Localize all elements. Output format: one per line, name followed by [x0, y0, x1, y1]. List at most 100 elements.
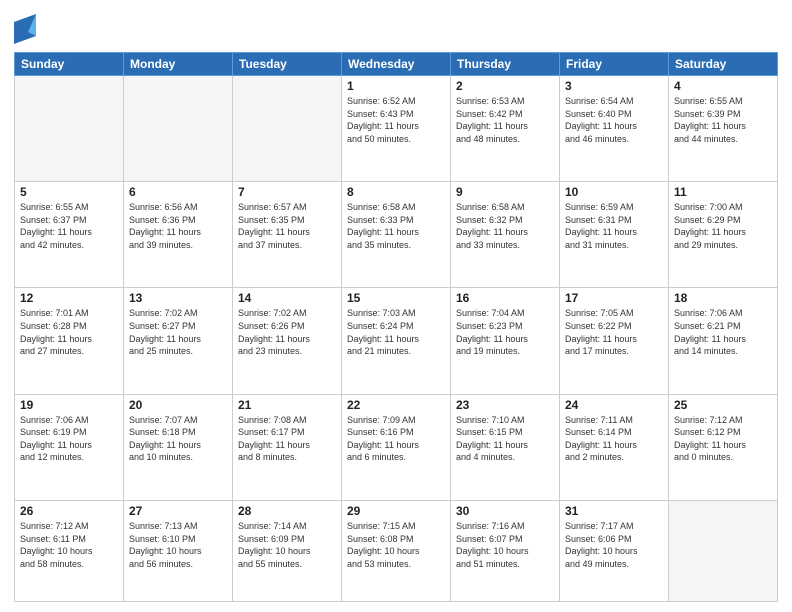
day-info: Sunrise: 7:07 AM Sunset: 6:18 PM Dayligh… [129, 414, 227, 464]
calendar-week-3: 12 Sunrise: 7:01 AM Sunset: 6:28 PM Dayli… [15, 288, 778, 394]
day-info: Sunrise: 6:58 AM Sunset: 6:32 PM Dayligh… [456, 201, 554, 251]
day-info: Sunrise: 7:12 AM Sunset: 6:12 PM Dayligh… [674, 414, 772, 464]
day-number: 13 [129, 291, 227, 305]
calendar-cell: 28Sunrise: 7:14 AM Sunset: 6:09 PM Dayli… [233, 500, 342, 601]
calendar-cell: 2 Sunrise: 6:53 AM Sunset: 6:42 PM Daylig… [451, 76, 560, 182]
day-number: 21 [238, 398, 336, 412]
page: SundayMondayTuesdayWednesdayThursdayFrid… [0, 0, 792, 612]
calendar-cell: 4 Sunrise: 6:55 AM Sunset: 6:39 PM Daylig… [669, 76, 778, 182]
day-number: 12 [20, 291, 118, 305]
day-info: Sunrise: 7:10 AM Sunset: 6:15 PM Dayligh… [456, 414, 554, 464]
day-number: 11 [674, 185, 772, 199]
calendar-cell: 18 Sunrise: 7:06 AM Sunset: 6:21 PM Dayli… [669, 288, 778, 394]
calendar-cell: 5 Sunrise: 6:55 AM Sunset: 6:37 PM Daylig… [15, 182, 124, 288]
calendar-cell: 31 Sunrise: 7:17 AM Sunset: 6:06 PM Dayli… [560, 500, 669, 601]
day-number: 28 [238, 504, 336, 518]
calendar-week-5: 26 Sunrise: 7:12 AM Sunset: 6:11 PM Dayli… [15, 500, 778, 601]
day-info: Sunrise: 6:55 AM Sunset: 6:37 PM Dayligh… [20, 201, 118, 251]
day-info: Sunrise: 7:06 AM Sunset: 6:21 PM Dayligh… [674, 307, 772, 357]
day-info: Sunrise: 7:03 AM Sunset: 6:24 PM Dayligh… [347, 307, 445, 357]
day-number: 10 [565, 185, 663, 199]
day-info: Sunrise: 6:58 AM Sunset: 6:33 PM Dayligh… [347, 201, 445, 251]
day-number: 2 [456, 79, 554, 93]
calendar-cell: 19Sunrise: 7:06 AM Sunset: 6:19 PM Dayli… [15, 394, 124, 500]
calendar-week-2: 5 Sunrise: 6:55 AM Sunset: 6:37 PM Daylig… [15, 182, 778, 288]
weekday-header-monday: Monday [124, 53, 233, 76]
day-number: 27 [129, 504, 227, 518]
day-info: Sunrise: 6:53 AM Sunset: 6:42 PM Dayligh… [456, 95, 554, 145]
weekday-header-friday: Friday [560, 53, 669, 76]
day-number: 17 [565, 291, 663, 305]
day-info: Sunrise: 7:09 AM Sunset: 6:16 PM Dayligh… [347, 414, 445, 464]
day-number: 3 [565, 79, 663, 93]
day-info: Sunrise: 7:16 AM Sunset: 6:07 PM Dayligh… [456, 520, 554, 570]
weekday-header-thursday: Thursday [451, 53, 560, 76]
day-info: Sunrise: 7:02 AM Sunset: 6:27 PM Dayligh… [129, 307, 227, 357]
calendar-cell: 26 Sunrise: 7:12 AM Sunset: 6:11 PM Dayli… [15, 500, 124, 601]
logo-icon [14, 14, 36, 44]
day-number: 23 [456, 398, 554, 412]
day-number: 4 [674, 79, 772, 93]
day-info: Sunrise: 7:01 AM Sunset: 6:28 PM Dayligh… [20, 307, 118, 357]
day-info: Sunrise: 7:00 AM Sunset: 6:29 PM Dayligh… [674, 201, 772, 251]
day-number: 1 [347, 79, 445, 93]
calendar-cell: 29 Sunrise: 7:15 AM Sunset: 6:08 PM Dayli… [342, 500, 451, 601]
calendar-week-4: 19Sunrise: 7:06 AM Sunset: 6:19 PM Dayli… [15, 394, 778, 500]
day-number: 18 [674, 291, 772, 305]
day-number: 6 [129, 185, 227, 199]
weekday-header-wednesday: Wednesday [342, 53, 451, 76]
calendar-cell: 25 Sunrise: 7:12 AM Sunset: 6:12 PM Dayli… [669, 394, 778, 500]
day-number: 24 [565, 398, 663, 412]
day-number: 5 [20, 185, 118, 199]
calendar-cell: 13 Sunrise: 7:02 AM Sunset: 6:27 PM Dayli… [124, 288, 233, 394]
weekday-header-sunday: Sunday [15, 53, 124, 76]
calendar-cell: 14 Sunrise: 7:02 AM Sunset: 6:26 PM Dayli… [233, 288, 342, 394]
calendar-cell: 8 Sunrise: 6:58 AM Sunset: 6:33 PM Daylig… [342, 182, 451, 288]
calendar-table: SundayMondayTuesdayWednesdayThursdayFrid… [14, 52, 778, 602]
calendar-week-1: 1 Sunrise: 6:52 AM Sunset: 6:43 PM Daylig… [15, 76, 778, 182]
calendar-cell: 15 Sunrise: 7:03 AM Sunset: 6:24 PM Dayli… [342, 288, 451, 394]
calendar-cell: 23 Sunrise: 7:10 AM Sunset: 6:15 PM Dayli… [451, 394, 560, 500]
day-number: 25 [674, 398, 772, 412]
day-info: Sunrise: 6:52 AM Sunset: 6:43 PM Dayligh… [347, 95, 445, 145]
calendar-cell: 27Sunrise: 7:13 AM Sunset: 6:10 PM Dayli… [124, 500, 233, 601]
day-info: Sunrise: 7:08 AM Sunset: 6:17 PM Dayligh… [238, 414, 336, 464]
calendar-cell: 30 Sunrise: 7:16 AM Sunset: 6:07 PM Dayli… [451, 500, 560, 601]
day-info: Sunrise: 6:57 AM Sunset: 6:35 PM Dayligh… [238, 201, 336, 251]
header [14, 10, 778, 44]
calendar-cell: 16 Sunrise: 7:04 AM Sunset: 6:23 PM Dayli… [451, 288, 560, 394]
day-number: 19 [20, 398, 118, 412]
day-number: 29 [347, 504, 445, 518]
day-number: 7 [238, 185, 336, 199]
day-info: Sunrise: 7:15 AM Sunset: 6:08 PM Dayligh… [347, 520, 445, 570]
calendar-cell: 3 Sunrise: 6:54 AM Sunset: 6:40 PM Daylig… [560, 76, 669, 182]
day-number: 14 [238, 291, 336, 305]
day-info: Sunrise: 7:04 AM Sunset: 6:23 PM Dayligh… [456, 307, 554, 357]
calendar-cell: 7 Sunrise: 6:57 AM Sunset: 6:35 PM Daylig… [233, 182, 342, 288]
logo [14, 14, 38, 44]
day-number: 31 [565, 504, 663, 518]
calendar-cell: 1 Sunrise: 6:52 AM Sunset: 6:43 PM Daylig… [342, 76, 451, 182]
weekday-header-saturday: Saturday [669, 53, 778, 76]
day-info: Sunrise: 7:17 AM Sunset: 6:06 PM Dayligh… [565, 520, 663, 570]
calendar-cell: 10 Sunrise: 6:59 AM Sunset: 6:31 PM Dayli… [560, 182, 669, 288]
day-number: 30 [456, 504, 554, 518]
day-number: 8 [347, 185, 445, 199]
weekday-header-tuesday: Tuesday [233, 53, 342, 76]
calendar-cell: 20Sunrise: 7:07 AM Sunset: 6:18 PM Dayli… [124, 394, 233, 500]
day-info: Sunrise: 6:54 AM Sunset: 6:40 PM Dayligh… [565, 95, 663, 145]
calendar-cell: 22Sunrise: 7:09 AM Sunset: 6:16 PM Dayli… [342, 394, 451, 500]
day-number: 16 [456, 291, 554, 305]
day-info: Sunrise: 6:55 AM Sunset: 6:39 PM Dayligh… [674, 95, 772, 145]
day-info: Sunrise: 6:59 AM Sunset: 6:31 PM Dayligh… [565, 201, 663, 251]
day-number: 15 [347, 291, 445, 305]
calendar-cell: 17Sunrise: 7:05 AM Sunset: 6:22 PM Dayli… [560, 288, 669, 394]
day-number: 26 [20, 504, 118, 518]
day-info: Sunrise: 7:11 AM Sunset: 6:14 PM Dayligh… [565, 414, 663, 464]
day-info: Sunrise: 6:56 AM Sunset: 6:36 PM Dayligh… [129, 201, 227, 251]
calendar-cell [669, 500, 778, 601]
calendar-cell: 6 Sunrise: 6:56 AM Sunset: 6:36 PM Daylig… [124, 182, 233, 288]
day-info: Sunrise: 7:02 AM Sunset: 6:26 PM Dayligh… [238, 307, 336, 357]
day-info: Sunrise: 7:12 AM Sunset: 6:11 PM Dayligh… [20, 520, 118, 570]
day-number: 9 [456, 185, 554, 199]
